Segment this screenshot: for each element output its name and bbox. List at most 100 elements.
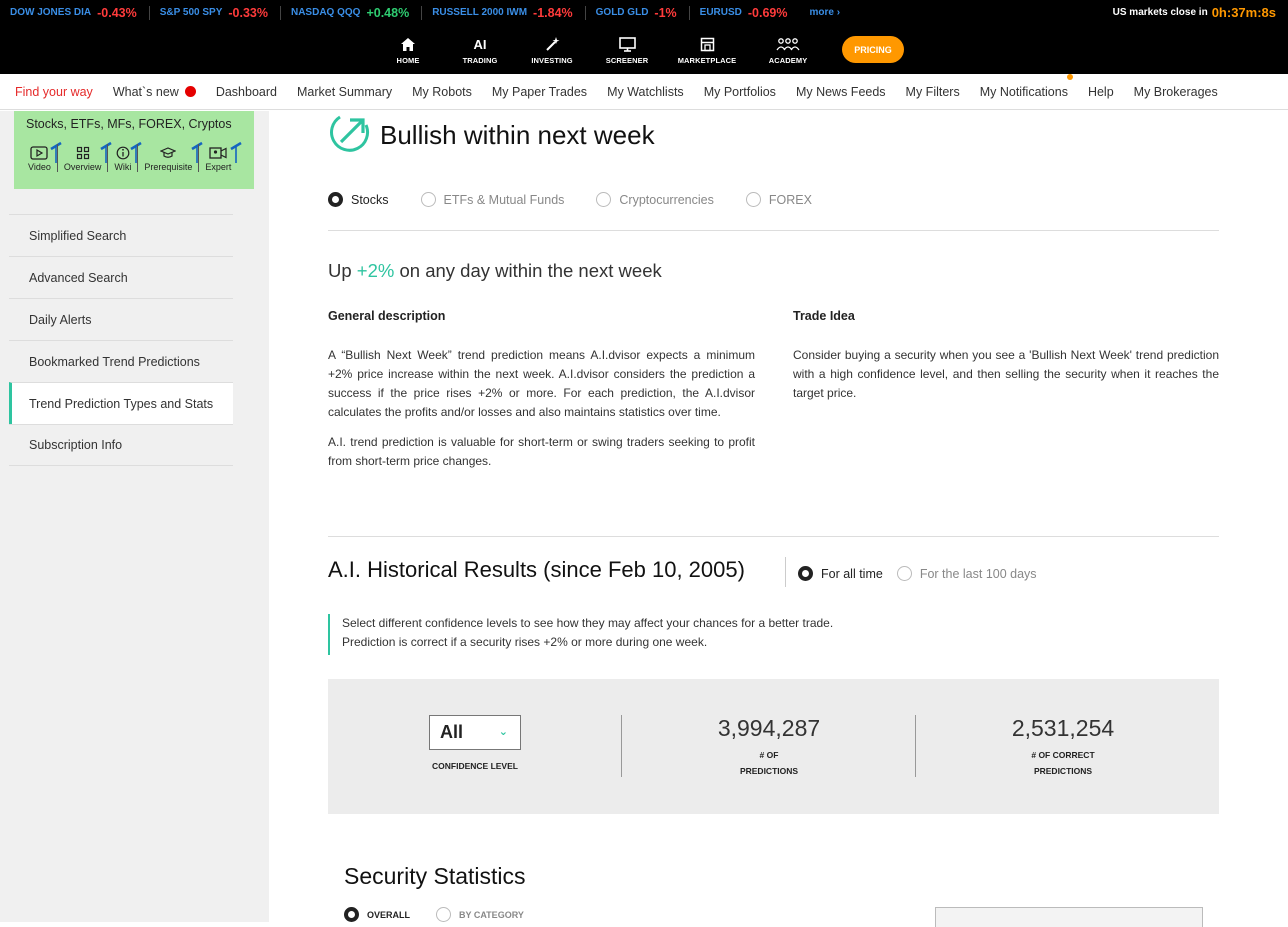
help-item-label: Expert xyxy=(205,162,232,172)
ticker-bar: DOW JONES DIA -0.43% S&P 500 SPY -0.33% NA… xyxy=(0,0,1288,25)
subnav-label: What`s new xyxy=(112,84,179,99)
store-icon xyxy=(700,34,715,54)
ticker-symbol: GOLD GLD xyxy=(595,7,649,18)
label-line: PREDICTIONS xyxy=(739,766,799,776)
nav-home[interactable]: HOME xyxy=(373,25,443,74)
subnav-my-portfolios[interactable]: My Portfolios xyxy=(704,85,776,99)
ticker-item[interactable]: GOLD GLD -1% xyxy=(586,5,690,20)
radio-label: Stocks xyxy=(351,192,389,207)
general-description: General description A “Bullish Next Week… xyxy=(328,307,755,482)
radio-icon xyxy=(896,566,912,581)
confidence-note: Select different confidence levels to se… xyxy=(328,614,833,655)
subnav-whats-new[interactable]: What`s new xyxy=(113,85,196,99)
prediction-summary: Up +2% on any day within the next week xyxy=(328,260,662,282)
subnav-my-watchlists[interactable]: My Watchlists xyxy=(607,85,684,99)
radio-icon xyxy=(344,907,359,922)
subnav-find-your-way[interactable]: Find your way xyxy=(15,85,93,99)
nav-academy[interactable]: ACADEMY xyxy=(753,25,823,74)
help-overview[interactable]: Overview xyxy=(56,141,113,172)
help-item-label: Prerequisite xyxy=(144,162,193,172)
home-icon xyxy=(400,34,416,54)
sidebar-item-trend-prediction-types[interactable]: Trend Prediction Types and Stats xyxy=(9,382,233,424)
ticker-symbol: S&P 500 SPY xyxy=(159,7,223,18)
subnav-my-paper-trades[interactable]: My Paper Trades xyxy=(492,85,587,99)
page-title: Bullish within next week xyxy=(380,120,655,150)
asset-type-etfs[interactable]: ETFs & Mutual Funds xyxy=(420,192,565,207)
radio-icon xyxy=(596,192,612,207)
divider xyxy=(328,536,1219,537)
help-expert[interactable]: Expert xyxy=(198,141,243,172)
subnav-dashboard[interactable]: Dashboard xyxy=(216,85,277,99)
sidebar-item-advanced-search[interactable]: Advanced Search xyxy=(9,256,233,298)
predictions-count: 3,994,287 xyxy=(717,715,821,741)
subnav-label: My Notifications xyxy=(979,84,1068,99)
period-last-100-days[interactable]: For the last 100 days xyxy=(896,566,1037,581)
ticker-item[interactable]: S&P 500 SPY -0.33% xyxy=(150,5,281,20)
ticker-item[interactable]: EURUSD -0.69% xyxy=(690,6,800,20)
stats-by-category[interactable]: BY CATEGORY xyxy=(436,907,524,922)
general-paragraph: A.I. trend prediction is valuable for sh… xyxy=(328,435,755,468)
general-paragraph: A “Bullish Next Week” trend prediction m… xyxy=(328,348,755,419)
stats-panel: All ⌄ CONFIDENCE LEVEL 3,994,287 # OF PR… xyxy=(328,679,1219,814)
sidebar-item-bookmarked[interactable]: Bookmarked Trend Predictions xyxy=(9,340,233,382)
confidence-label: CONFIDENCE LEVEL xyxy=(432,761,518,771)
label-line: PREDICTIONS xyxy=(1033,766,1093,776)
radio-label: Cryptocurrencies xyxy=(619,192,714,207)
ticker-change: -1% xyxy=(654,5,677,20)
asset-type-stocks[interactable]: Stocks xyxy=(328,192,389,207)
vertical-divider xyxy=(915,715,916,777)
help-box: Stocks, ETFs, MFs, FOREX, Cryptos Video … xyxy=(14,111,254,189)
ticker-more-link[interactable]: more › xyxy=(810,7,841,18)
subnav-my-notifications[interactable]: My Notifications xyxy=(979,73,1073,99)
ticker-change: -1.84% xyxy=(533,5,573,20)
help-video[interactable]: Video xyxy=(22,141,62,172)
subnav-my-news-feeds[interactable]: My News Feeds xyxy=(796,85,886,99)
help-wiki[interactable]: Wiki xyxy=(107,141,143,172)
radio-label: ETFs & Mutual Funds xyxy=(443,192,565,207)
nav-screener[interactable]: SCREENER xyxy=(592,25,662,74)
ticker-item[interactable]: NASDAQ QQQ +0.48% xyxy=(281,5,423,20)
security-stats-selector: OVERALL BY CATEGORY xyxy=(344,907,550,922)
radio-label: BY CATEGORY xyxy=(459,909,524,920)
vertical-divider xyxy=(621,715,622,777)
predictions-label: # OF PREDICTIONS xyxy=(669,747,869,779)
subnav-my-filters[interactable]: My Filters xyxy=(906,85,960,99)
period-all-time[interactable]: For all time xyxy=(798,566,883,581)
stats-overall[interactable]: OVERALL xyxy=(344,907,410,922)
ticker-change: -0.43% xyxy=(97,5,137,20)
general-heading: General description xyxy=(328,309,446,323)
sidebar-item-daily-alerts[interactable]: Daily Alerts xyxy=(9,298,233,340)
confidence-level-select[interactable]: All ⌄ xyxy=(429,715,521,750)
period-selector: For all time For the last 100 days xyxy=(798,566,1051,581)
sidebar: Stocks, ETFs, MFs, FOREX, Cryptos Video … xyxy=(0,111,269,922)
nav-trading[interactable]: AI TRADING xyxy=(445,25,515,74)
summary-prefix: Up xyxy=(328,260,352,281)
sidebar-item-subscription-info[interactable]: Subscription Info xyxy=(9,424,233,466)
nav-investing[interactable]: INVESTING xyxy=(517,25,587,74)
monitor-icon xyxy=(618,34,636,54)
sidebar-menu: Simplified Search Advanced Search Daily … xyxy=(9,214,233,466)
subnav-my-brokerages[interactable]: My Brokerages xyxy=(1134,85,1218,99)
security-statistics-title: Security Statistics xyxy=(344,863,526,889)
subnav-market-summary[interactable]: Market Summary xyxy=(297,85,392,99)
help-prerequisite[interactable]: Prerequisite xyxy=(137,141,204,172)
sidebar-item-simplified-search[interactable]: Simplified Search xyxy=(9,214,233,256)
subnav-my-robots[interactable]: My Robots xyxy=(412,85,472,99)
market-close-label: US markets close in xyxy=(1112,7,1208,18)
trade-heading: Trade Idea xyxy=(793,309,855,323)
ticker-item[interactable]: RUSSELL 2000 IWM -1.84% xyxy=(422,5,586,20)
subnav-help[interactable]: Help xyxy=(1088,85,1114,99)
help-box-title: Stocks, ETFs, MFs, FOREX, Cryptos xyxy=(26,117,232,131)
asset-type-crypto[interactable]: Cryptocurrencies xyxy=(596,192,714,207)
label-line: # OF CORRECT xyxy=(1031,750,1095,760)
market-close-timer: US markets close in 0h:37m:8s xyxy=(1113,0,1276,25)
note-line: Select different confidence levels to se… xyxy=(342,616,834,630)
ticker-item[interactable]: DOW JONES DIA -0.43% xyxy=(0,5,150,20)
help-item-label: Video xyxy=(28,162,51,172)
help-item-label: Overview xyxy=(63,162,102,172)
radio-icon xyxy=(436,907,452,922)
ticker-symbol: EURUSD xyxy=(699,7,742,18)
asset-type-forex[interactable]: FOREX xyxy=(745,192,812,207)
nav-marketplace[interactable]: MARKETPLACE xyxy=(672,25,742,74)
pricing-button[interactable]: PRICING xyxy=(842,36,904,63)
